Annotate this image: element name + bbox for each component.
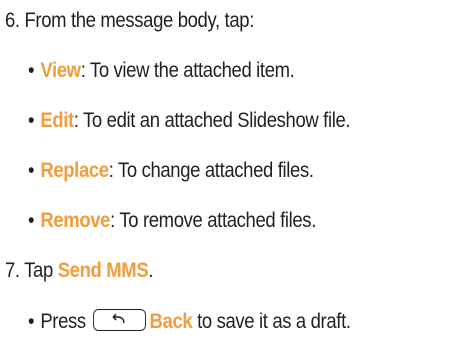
step-7-prefix: 7. Tap <box>5 259 58 282</box>
note-prefix: Press <box>40 310 91 333</box>
option-desc: : To remove attached files. <box>110 209 316 232</box>
keyword-edit: Edit <box>40 109 74 132</box>
option-desc: : To edit an attached Slideshow file. <box>73 109 351 132</box>
keyword-replace: Replace <box>40 159 109 182</box>
bullet: • <box>28 59 35 82</box>
list-item-view: • View: To view the attached item. <box>28 58 295 84</box>
list-item-replace: • Replace: To change attached files. <box>28 158 314 184</box>
list-item-remove: • Remove: To remove attached files. <box>28 208 316 234</box>
keyword-send-mms: Send MMS <box>57 259 149 282</box>
note-suffix: to save it as a draft. <box>192 310 351 333</box>
option-desc: : To change attached files. <box>108 159 314 182</box>
step-7-text: 7. Tap Send MMS. <box>5 258 153 284</box>
option-desc: : To view the attached item. <box>80 59 295 82</box>
step-6-label: 6. From the message body, tap: <box>5 9 254 32</box>
back-key <box>93 309 147 332</box>
bullet: • <box>28 310 35 333</box>
keyword-remove: Remove <box>40 209 111 232</box>
back-arrow-icon <box>112 313 125 323</box>
keyword-back: Back <box>149 310 193 333</box>
step-6-text: 6. From the message body, tap: <box>5 8 254 34</box>
list-item-edit: • Edit: To edit an attached Slideshow fil… <box>28 108 351 134</box>
keyword-view: View <box>40 59 81 82</box>
step-7-suffix: . <box>148 259 154 282</box>
bullet: • <box>28 209 35 232</box>
bullet: • <box>28 109 35 132</box>
bullet: • <box>28 159 35 182</box>
note-back: • Press Back to save it as a draft. <box>28 309 351 335</box>
